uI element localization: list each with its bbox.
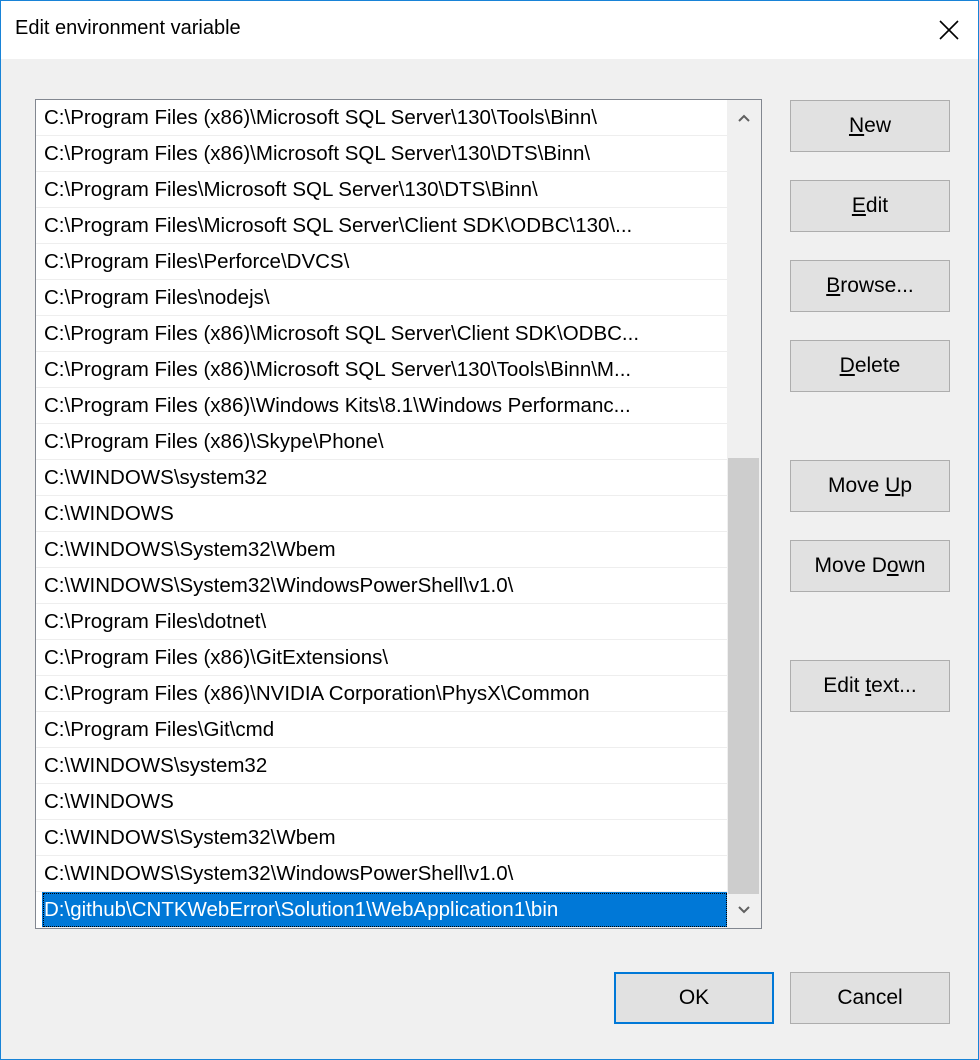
list-item[interactable]: C:\Program Files\nodejs\ (36, 280, 728, 316)
edit-button[interactable]: Edit (790, 180, 950, 232)
list-item-text: C:\Program Files (x86)\Microsoft SQL Ser… (44, 322, 640, 345)
list-item[interactable]: C:\WINDOWS (36, 496, 728, 532)
list-item-text: C:\Program Files (x86)\Microsoft SQL Ser… (44, 142, 591, 165)
scroll-thumb[interactable] (728, 458, 759, 894)
list-item[interactable]: C:\Program Files\Git\cmd (36, 712, 728, 748)
list-item-text: C:\WINDOWS\system32 (44, 754, 268, 777)
list-item[interactable]: C:\Program Files (x86)\Skype\Phone\ (36, 424, 728, 460)
list-item[interactable]: C:\WINDOWS\System32\WindowsPowerShell\v1… (36, 856, 728, 892)
list-item-text: C:\WINDOWS\System32\WindowsPowerShell\v1… (44, 574, 514, 597)
list-item-text: C:\Program Files (x86)\GitExtensions\ (44, 646, 389, 669)
list-item-text: D:\github\CNTKWebError\Solution1\WebAppl… (44, 898, 559, 921)
list-item-text: C:\Program Files (x86)\NVIDIA Corporatio… (44, 682, 590, 705)
list-item-text: C:\Program Files\Microsoft SQL Server\Cl… (44, 214, 633, 237)
list-item[interactable]: C:\Program Files (x86)\NVIDIA Corporatio… (36, 676, 728, 712)
ok-button[interactable]: OK (614, 972, 774, 1024)
chevron-down-icon (738, 906, 750, 914)
list-item-text: C:\Program Files (x86)\Microsoft SQL Ser… (44, 358, 632, 381)
list-item-text: C:\WINDOWS\System32\Wbem (44, 826, 336, 849)
list-item-text: C:\WINDOWS\System32\WindowsPowerShell\v1… (44, 862, 514, 885)
list-item-text: C:\Program Files\Microsoft SQL Server\13… (44, 178, 538, 201)
close-button[interactable] (926, 7, 972, 53)
chevron-up-icon (738, 114, 750, 122)
new-button[interactable]: New (790, 100, 950, 152)
list-item[interactable]: C:\WINDOWS\System32\WindowsPowerShell\v1… (36, 568, 728, 604)
list-item[interactable]: C:\WINDOWS\system32 (36, 748, 728, 784)
list-item-text: C:\Program Files (x86)\Windows Kits\8.1\… (44, 394, 631, 417)
list-item[interactable]: C:\Program Files (x86)\Microsoft SQL Ser… (36, 352, 728, 388)
list-item-text: C:\Program Files\nodejs\ (44, 286, 270, 309)
list-item-text: C:\Program Files (x86)\Skype\Phone\ (44, 430, 384, 453)
edit-environment-variable-dialog: Edit environment variable C:\Program Fil… (0, 0, 979, 1060)
list-item[interactable]: C:\WINDOWS\system32 (36, 460, 728, 496)
path-list-items: C:\Program Files (x86)\Microsoft SQL Ser… (36, 100, 728, 928)
list-item-text: C:\Program Files (x86)\Microsoft SQL Ser… (44, 106, 597, 129)
cancel-button[interactable]: Cancel (790, 972, 950, 1024)
list-item[interactable]: C:\Program Files\dotnet\ (36, 604, 728, 640)
list-item-selected[interactable]: D:\github\CNTKWebError\Solution1\WebAppl… (42, 892, 728, 928)
title-bar: Edit environment variable (1, 1, 978, 59)
vertical-scrollbar[interactable] (727, 100, 761, 928)
browse-button[interactable]: Browse... (790, 260, 950, 312)
scroll-up-button[interactable] (727, 100, 761, 136)
close-icon (939, 20, 959, 40)
list-item[interactable]: C:\Program Files\Microsoft SQL Server\13… (36, 172, 728, 208)
scroll-down-button[interactable] (727, 892, 761, 928)
path-list[interactable]: C:\Program Files (x86)\Microsoft SQL Ser… (35, 99, 762, 929)
list-item[interactable]: C:\WINDOWS\System32\Wbem (36, 532, 728, 568)
list-item[interactable]: C:\Program Files (x86)\Microsoft SQL Ser… (36, 316, 728, 352)
list-item[interactable]: C:\WINDOWS\System32\Wbem (36, 820, 728, 856)
list-item-text: C:\WINDOWS (44, 502, 174, 525)
list-item-text: C:\Program Files\dotnet\ (44, 610, 267, 633)
list-item[interactable]: C:\WINDOWS (36, 784, 728, 820)
list-item-text: C:\WINDOWS (44, 790, 174, 813)
list-item[interactable]: C:\Program Files (x86)\GitExtensions\ (36, 640, 728, 676)
list-item-text: C:\Program Files\Git\cmd (44, 718, 275, 741)
list-item[interactable]: C:\Program Files\Microsoft SQL Server\Cl… (36, 208, 728, 244)
list-item[interactable]: C:\Program Files\Perforce\DVCS\ (36, 244, 728, 280)
list-item[interactable]: C:\Program Files (x86)\Windows Kits\8.1\… (36, 388, 728, 424)
list-item-text: C:\Program Files\Perforce\DVCS\ (44, 250, 350, 273)
list-item-text: C:\WINDOWS\System32\Wbem (44, 538, 336, 561)
list-item[interactable]: C:\Program Files (x86)\Microsoft SQL Ser… (36, 136, 728, 172)
list-item-text: C:\WINDOWS\system32 (44, 466, 268, 489)
delete-button[interactable]: Delete (790, 340, 950, 392)
dialog-title: Edit environment variable (15, 17, 241, 39)
list-item[interactable]: C:\Program Files (x86)\Microsoft SQL Ser… (36, 100, 728, 136)
edit-text-button[interactable]: Edit t ext... (790, 660, 950, 712)
move-up-button[interactable]: Move Up (790, 460, 950, 512)
move-down-button[interactable]: Move Do wn (790, 540, 950, 592)
